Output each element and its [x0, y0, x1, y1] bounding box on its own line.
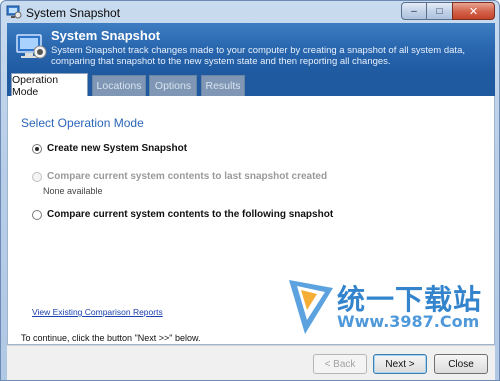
tab-locations[interactable]: Locations	[92, 75, 146, 96]
header-description: System Snapshot track changes made to yo…	[51, 45, 465, 67]
radio-compare-last	[32, 171, 42, 182]
radio-compare-following[interactable]	[32, 209, 42, 220]
back-button[interactable]: < Back	[313, 354, 367, 374]
option-compare-last: Compare current system contents to last …	[32, 171, 327, 182]
close-button[interactable]: Close	[434, 354, 488, 374]
snapshot-camera-icon	[16, 34, 47, 59]
header-title: System Snapshot	[51, 28, 161, 43]
watermark-url: Www.3987.Com	[337, 312, 480, 331]
header-banner: System Snapshot System Snapshot track ch…	[7, 23, 495, 73]
none-available-text: None available	[43, 186, 103, 196]
site-watermark: 统一下载站 Www.3987.Com	[287, 276, 487, 338]
tab-options[interactable]: Options	[149, 75, 197, 96]
view-reports-link[interactable]: View Existing Comparison Reports	[32, 307, 163, 317]
window-controls: – □ ✕	[401, 2, 495, 20]
footer-bar: < Back Next > Close	[7, 345, 495, 380]
tab-bar: Operation Mode Locations Options Results	[7, 73, 495, 98]
minimize-button[interactable]: –	[401, 2, 427, 20]
option-create-snapshot-label: Create new System Snapshot	[47, 143, 188, 154]
app-icon	[6, 5, 22, 19]
maximize-button[interactable]: □	[427, 2, 452, 20]
radio-create-snapshot[interactable]	[32, 143, 42, 154]
continue-hint: To continue, click the button "Next >>" …	[21, 333, 201, 343]
watermark-logo-icon	[289, 280, 333, 334]
tab-operation-mode[interactable]: Operation Mode	[11, 73, 88, 98]
option-compare-following[interactable]: Compare current system contents to the f…	[32, 209, 333, 220]
option-create-snapshot[interactable]: Create new System Snapshot	[32, 143, 187, 154]
app-window: System Snapshot – □ ✕ System Snapshot Sy…	[0, 0, 500, 381]
title-bar[interactable]: System Snapshot – □ ✕	[1, 1, 499, 23]
window-title: System Snapshot	[26, 6, 121, 20]
close-window-button[interactable]: ✕	[452, 2, 495, 20]
option-compare-last-label: Compare current system contents to last …	[47, 171, 328, 182]
next-button[interactable]: Next >	[373, 354, 427, 374]
tab-results[interactable]: Results	[201, 75, 245, 96]
section-title: Select Operation Mode	[21, 116, 144, 130]
option-compare-following-label: Compare current system contents to the f…	[47, 209, 334, 220]
